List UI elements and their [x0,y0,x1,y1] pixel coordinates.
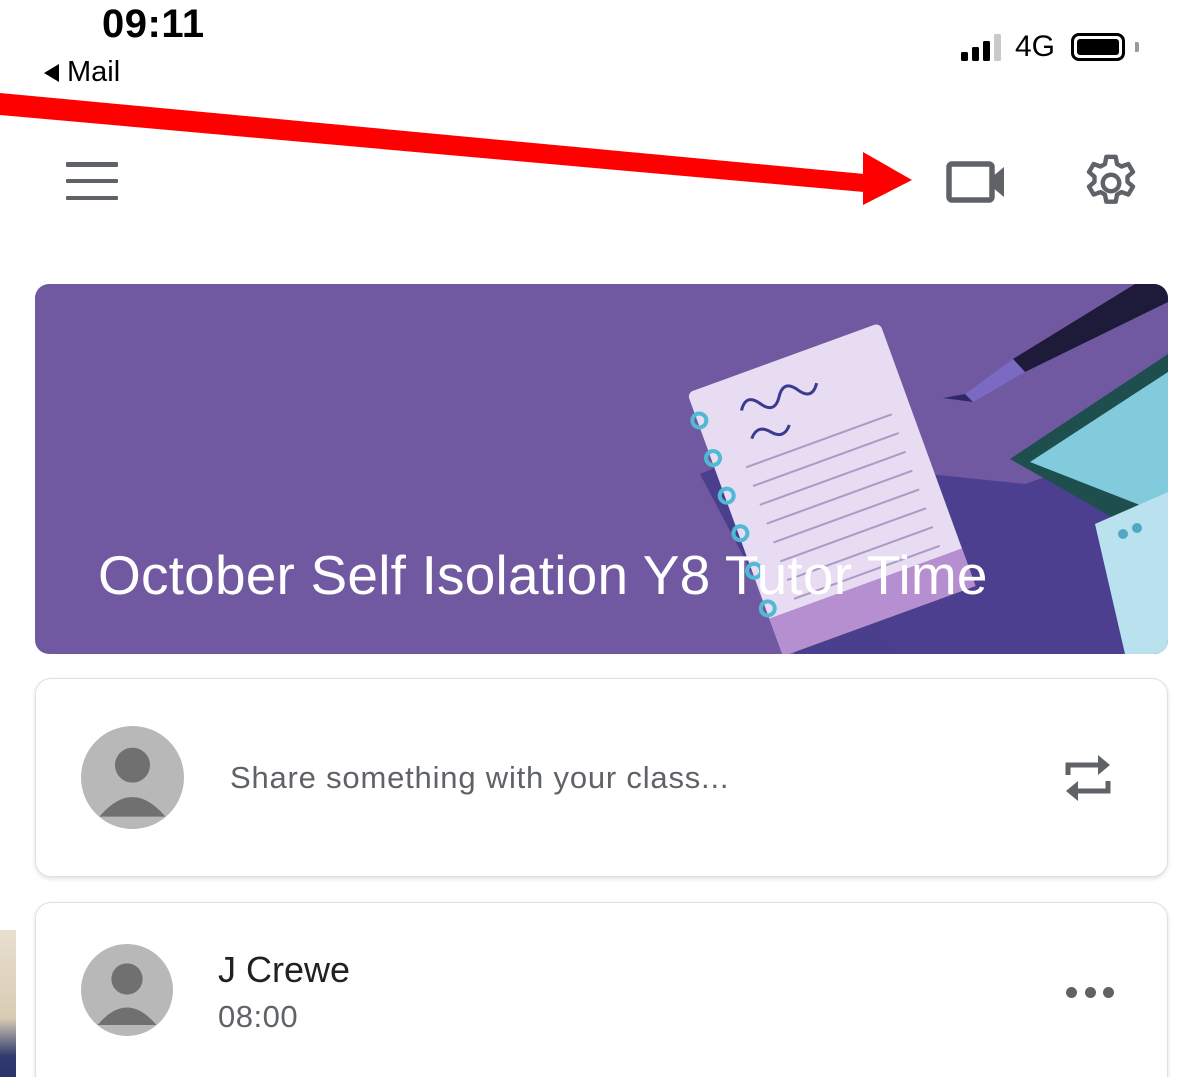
status-time: 09:11 [102,2,205,46]
class-banner[interactable]: October Self Isolation Y8 Tutor Time [35,284,1168,654]
network-type: 4G [1014,30,1055,63]
classroom-stream-screen: 09:11 Mail 4G October Self Isolation Y8 … [0,0,1191,1077]
default-avatar-icon [81,726,184,829]
class-title: October Self Isolation Y8 Tutor Time [98,544,988,606]
post-author: J Crewe [218,949,351,990]
share-input[interactable]: Share something with your class... [230,760,729,796]
post-card[interactable]: J Crewe 08:00 [35,902,1168,1077]
gear-icon[interactable] [1078,150,1144,216]
post-time: 08:00 [218,999,299,1034]
repeat-icon[interactable] [1062,751,1114,805]
back-triangle-icon [44,63,59,82]
back-label: Mail [67,56,121,88]
default-avatar-icon [81,944,173,1036]
hamburger-menu-icon[interactable] [66,162,118,200]
video-camera-icon[interactable] [938,150,1018,214]
share-card[interactable]: Share something with your class... [35,678,1168,877]
more-horizontal-icon[interactable] [1066,987,1114,1001]
battery-nub [1135,42,1139,52]
background-photo-fragment [0,930,16,1077]
status-indicators: 4G [960,30,1139,64]
back-to-mail-link[interactable]: Mail [44,56,120,89]
signal-strength-icon [960,33,1001,61]
battery-icon [1071,33,1125,61]
